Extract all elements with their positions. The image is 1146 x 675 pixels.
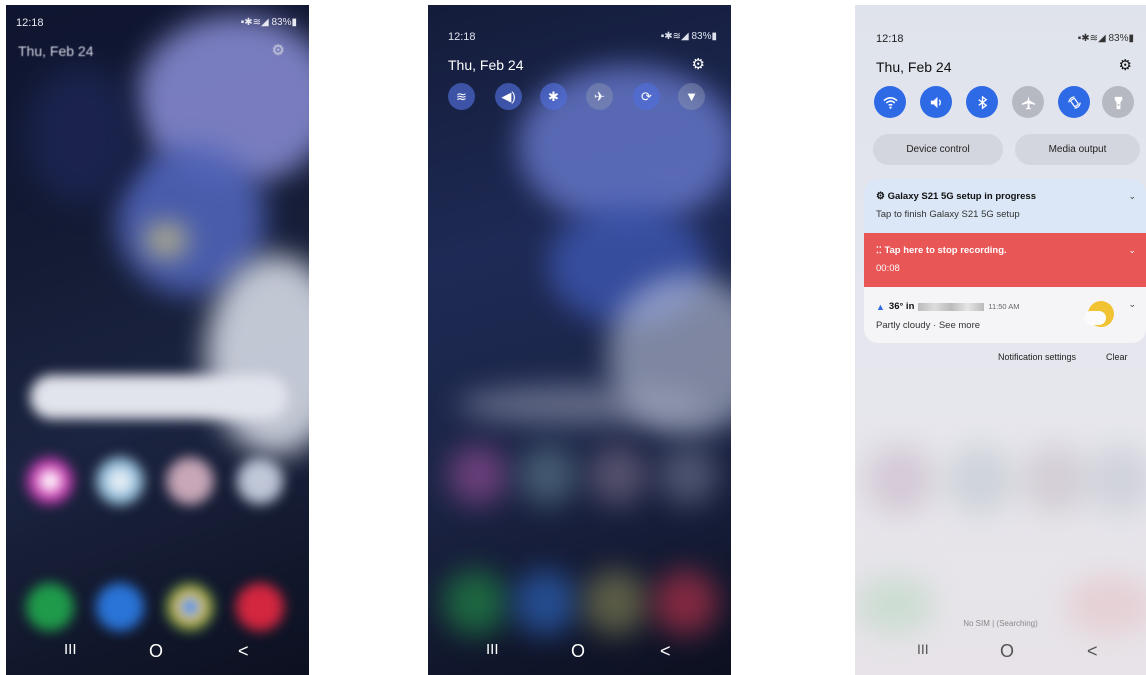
back-button[interactable]: < [660, 641, 671, 662]
date-label: Thu, Feb 24 [876, 59, 952, 75]
weather-body: Partly cloudy · See more [876, 320, 981, 331]
battery-level: 83% [691, 31, 712, 42]
navigation-bar: III O < [855, 637, 1146, 667]
battery-level: 83% [1108, 33, 1129, 44]
wifi-icon[interactable]: ≋ [448, 83, 475, 110]
chevron-down-icon[interactable]: ⌄ [1128, 245, 1136, 256]
search-bar[interactable] [30, 375, 288, 419]
app-icon[interactable] [26, 457, 74, 505]
setup-notification-body: Tap to finish Galaxy S21 5G setup [876, 209, 1020, 220]
phone-app-icon[interactable] [26, 583, 74, 631]
status-icons: ▪✱≋◢ 83%▮ [1077, 33, 1134, 44]
notification-settings-link[interactable]: Notification settings [998, 352, 1076, 362]
navigation-bar: III O < [6, 637, 309, 667]
gear-icon: ⚙ [271, 42, 285, 59]
date-label: Thu, Feb 24 [448, 57, 524, 73]
status-icons: ▪✱≋◢ 83%▮ [660, 31, 717, 42]
navigation-bar: III O < [428, 637, 731, 667]
recents-button[interactable]: III [64, 641, 77, 658]
wallpaper [6, 5, 309, 675]
weather-notification-header: ▲ 36° in 11:50 AM [876, 301, 1020, 312]
phone-home-screen: 12:18 ▪✱≋◢ 83%▮ Thu, Feb 24 ⚙ III O < [6, 5, 309, 675]
airplane-icon[interactable] [1012, 86, 1044, 118]
status-time: 12:18 [16, 17, 44, 29]
airplane-icon[interactable]: ✈ [586, 83, 613, 110]
setup-notification[interactable]: ⚙ Galaxy S21 5G setup in progress Tap to… [864, 179, 1146, 233]
home-button[interactable]: O [571, 641, 585, 662]
status-icons: ▪✱≋◢ 83%▮ [240, 17, 297, 28]
date-label: Thu, Feb 24 [18, 43, 94, 59]
auto-rotate-icon[interactable]: ⟳ [633, 83, 660, 110]
bluetooth-icon[interactable]: ✱ [540, 83, 567, 110]
gear-icon: ⚙ [876, 191, 885, 202]
status-time: 12:18 [876, 33, 904, 45]
weather-time: 11:50 AM [988, 302, 1020, 311]
wifi-icon[interactable] [874, 86, 906, 118]
media-output-button[interactable]: Media output [1015, 134, 1140, 165]
app-icon[interactable] [166, 457, 214, 505]
device-control-button[interactable]: Device control [873, 134, 1003, 165]
auto-rotate-icon[interactable] [1058, 86, 1090, 118]
phone-panel-opening: 12:18 ▪✱≋◢ 83%▮ Thu, Feb 24 ⚙ ≋ ◀) ✱ ✈ ⟳… [428, 5, 731, 675]
back-button[interactable]: < [238, 641, 249, 662]
bluetooth-icon[interactable] [966, 86, 998, 118]
status-time: 12:18 [448, 31, 476, 43]
chevron-down-icon[interactable]: ⌄ [1128, 299, 1136, 310]
gear-icon[interactable]: ⚙ [1119, 56, 1132, 74]
chevron-down-icon[interactable]: ⌄ [1128, 191, 1136, 202]
sound-icon[interactable]: ◀) [495, 83, 522, 110]
messages-app-icon[interactable] [96, 583, 144, 631]
recording-notification-title: ⁚⁚ Tap here to stop recording. [876, 245, 1007, 256]
battery-level: 83% [271, 17, 292, 28]
sim-status: No SIM | (Searching) [963, 619, 1038, 628]
weather-notification[interactable]: ▲ 36° in 11:50 AM Partly cloudy · See mo… [864, 287, 1146, 343]
flashlight-icon[interactable] [1102, 86, 1134, 118]
redacted-location [918, 302, 985, 311]
recents-button[interactable]: III [917, 641, 929, 657]
gear-icon[interactable]: ⚙ [692, 55, 705, 73]
record-icon: ⁚⁚ [876, 245, 882, 255]
setup-notification-title: ⚙ Galaxy S21 5G setup in progress [876, 191, 1036, 202]
recording-notification[interactable]: ⁚⁚ Tap here to stop recording. 00:08 ⌄ [864, 233, 1146, 287]
home-button[interactable]: O [1000, 641, 1014, 662]
home-button[interactable]: O [149, 641, 163, 662]
cloud-icon: ▲ [876, 301, 885, 312]
sound-icon[interactable] [920, 86, 952, 118]
clear-button[interactable]: Clear [1106, 352, 1128, 362]
recents-button[interactable]: III [486, 641, 499, 658]
chrome-app-icon[interactable] [166, 583, 214, 631]
weather-temp: 36° in [888, 301, 915, 312]
camera-app-icon[interactable] [236, 583, 284, 631]
recording-elapsed-time: 00:08 [876, 263, 900, 274]
phone-notification-panel: 12:18 ▪✱≋◢ 83%▮ Thu, Feb 24 ⚙ Device con… [855, 5, 1146, 675]
back-button[interactable]: < [1087, 641, 1098, 662]
flashlight-icon[interactable]: ▼ [678, 83, 705, 110]
app-icon[interactable] [96, 457, 144, 505]
partly-cloudy-icon [1084, 301, 1114, 327]
app-icon[interactable] [236, 457, 284, 505]
